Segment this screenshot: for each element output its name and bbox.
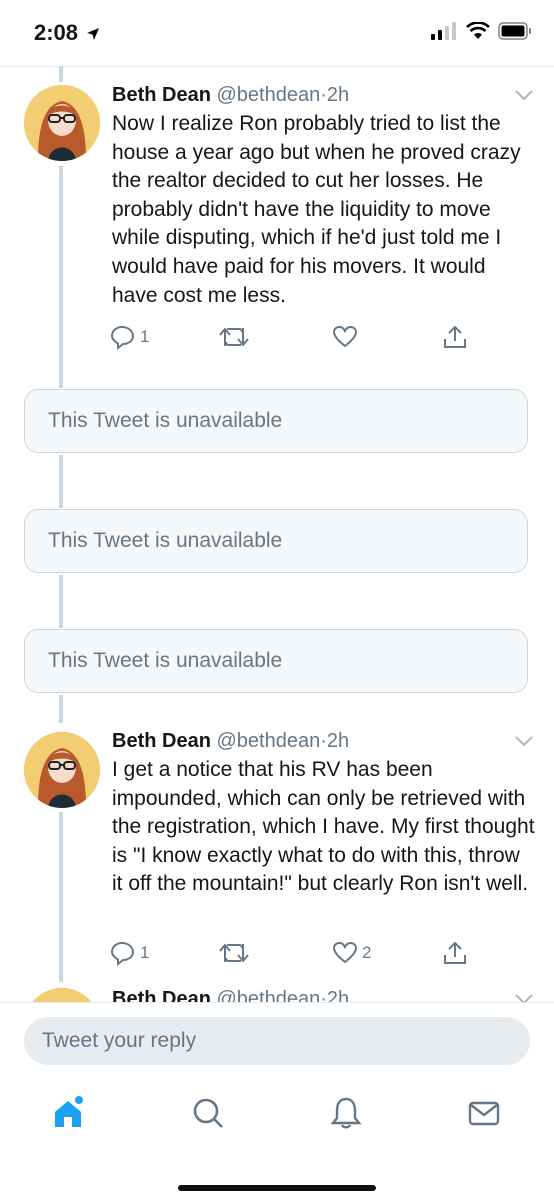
- share-button[interactable]: [442, 324, 468, 350]
- tweet-header: Beth Dean @bethdean·2h: [112, 728, 349, 754]
- heart-icon: [332, 941, 358, 964]
- reply-placeholder: Tweet your reply: [42, 1029, 197, 1052]
- reply-button[interactable]: 1: [110, 940, 149, 966]
- chevron-down-icon[interactable]: [514, 88, 534, 102]
- retweet-icon: [219, 327, 249, 347]
- thread-line: [59, 455, 63, 508]
- tweet[interactable]: Beth Dean @bethdean·2h I get a notice th…: [0, 728, 554, 998]
- tweet-header: Beth Dean @bethdean·2h: [112, 82, 349, 108]
- battery-icon: [498, 22, 531, 40]
- tweet-actions: 1 2: [110, 940, 490, 968]
- location-arrow-icon: [87, 28, 100, 40]
- tweet-text: I get a notice that his RV has been impo…: [112, 758, 535, 896]
- tab-notifications[interactable]: [328, 1095, 364, 1131]
- status-time: 2:08: [34, 20, 100, 46]
- mail-icon: [468, 1101, 500, 1126]
- share-button[interactable]: [442, 940, 468, 966]
- retweet-button[interactable]: [218, 940, 254, 966]
- author-name[interactable]: Beth Dean: [112, 730, 211, 752]
- like-count: 2: [362, 943, 372, 962]
- thread-line: [59, 695, 63, 723]
- tweet-time[interactable]: 2h: [327, 730, 349, 752]
- chevron-down-icon[interactable]: [514, 734, 534, 748]
- avatar-image: [24, 85, 100, 161]
- retweet-icon: [219, 943, 249, 963]
- reply-count: 1: [140, 327, 150, 346]
- separator-dot: ·: [320, 730, 327, 752]
- unavailable-tweet-card: This Tweet is unavailable: [24, 629, 528, 693]
- tab-search[interactable]: [190, 1095, 226, 1131]
- unavailable-text: This Tweet is unavailable: [48, 649, 283, 672]
- unavailable-tweet-card: This Tweet is unavailable: [24, 509, 528, 573]
- separator-dot: ·: [320, 84, 327, 106]
- tab-home[interactable]: [50, 1095, 86, 1131]
- tweet-actions: 1: [110, 324, 490, 352]
- tweet[interactable]: Beth Dean @bethdean·2h Now I realize Ron…: [0, 82, 554, 382]
- status-bar: 2:08: [0, 0, 554, 66]
- thread-line: [59, 575, 63, 628]
- unavailable-text: This Tweet is unavailable: [48, 529, 283, 552]
- tweet-time[interactable]: 2h: [327, 84, 349, 106]
- retweet-button[interactable]: [218, 324, 254, 350]
- author-handle[interactable]: @bethdean: [216, 84, 320, 106]
- share-icon: [444, 941, 466, 964]
- cellular-signal-icon: [431, 22, 456, 40]
- avatar[interactable]: [24, 732, 100, 808]
- like-button[interactable]: 2: [332, 940, 371, 966]
- search-icon: [193, 1098, 223, 1128]
- bottom-panel: Tweet your reply: [0, 1002, 554, 1200]
- thread-line: [59, 66, 63, 82]
- reply-input[interactable]: Tweet your reply: [24, 1017, 530, 1065]
- bell-icon: [330, 1097, 362, 1129]
- home-indicator[interactable]: [178, 1185, 376, 1191]
- unavailable-text: This Tweet is unavailable: [48, 409, 283, 432]
- reply-count: 1: [140, 943, 150, 962]
- avatar-image: [24, 732, 100, 808]
- tab-messages[interactable]: [466, 1095, 502, 1131]
- share-icon: [444, 325, 466, 348]
- clock-label: 2:08: [34, 20, 79, 45]
- header-divider: [0, 66, 554, 67]
- unavailable-tweet-card: This Tweet is unavailable: [24, 389, 528, 453]
- heart-icon: [332, 325, 358, 348]
- like-button[interactable]: [332, 324, 362, 350]
- home-icon: [55, 1096, 83, 1127]
- reply-icon: [110, 941, 135, 966]
- reply-icon: [110, 325, 135, 350]
- tweet-text: Now I realize Ron probably tried to list…: [112, 112, 521, 307]
- author-handle[interactable]: @bethdean: [216, 730, 320, 752]
- author-name[interactable]: Beth Dean: [112, 84, 211, 106]
- status-icons: [430, 22, 532, 40]
- reply-button[interactable]: 1: [110, 324, 149, 350]
- wifi-icon: [466, 22, 490, 39]
- avatar[interactable]: [24, 85, 100, 161]
